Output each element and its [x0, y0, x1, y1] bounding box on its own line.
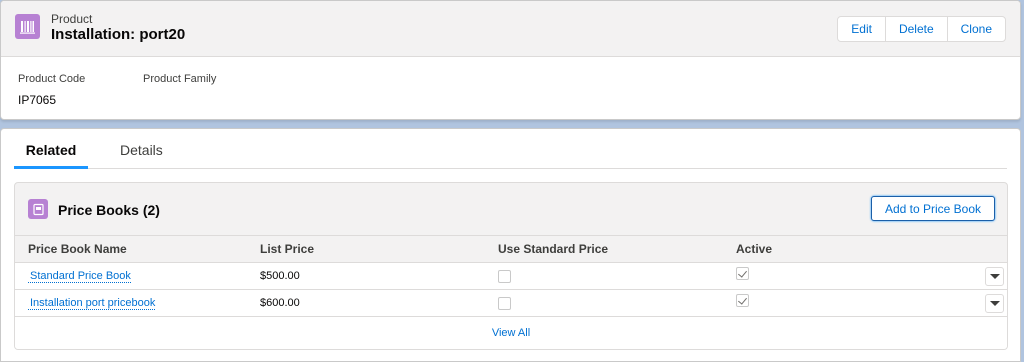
- table-header-row: Price Book Name List Price Use Standard …: [15, 235, 1007, 263]
- column-header-active: Active: [723, 235, 1007, 263]
- view-all-link[interactable]: View All: [492, 327, 530, 339]
- record-title: Installation: port20: [51, 26, 186, 43]
- price-book-name-cell: Standard Price Book: [15, 262, 247, 290]
- record-actions: Edit Delete Clone: [837, 16, 1006, 42]
- active-checkbox: [736, 293, 749, 307]
- row-actions-chevron-icon[interactable]: [985, 266, 1004, 286]
- column-header-price-book-name: Price Book Name: [15, 235, 247, 263]
- price-books-table: Price Book Name List Price Use Standard …: [15, 235, 1007, 317]
- tab-details[interactable]: Details: [107, 129, 176, 169]
- use-standard-price-checkbox: [498, 269, 511, 283]
- column-header-use-standard-price: Use Standard Price: [485, 235, 723, 263]
- price-book-link[interactable]: Installation port pricebook: [28, 297, 156, 310]
- field-product-code: Product Code IP7065: [18, 73, 85, 107]
- active-cell: [723, 289, 1007, 317]
- view-all-footer: View All: [15, 317, 1007, 349]
- main-card: Related Details Price Books (2) Add to P…: [0, 128, 1021, 362]
- row-actions-chevron-icon[interactable]: [985, 293, 1004, 313]
- product-icon: [15, 14, 40, 39]
- price-book-icon: [28, 199, 48, 219]
- field-label: Product Code: [18, 73, 86, 85]
- list-price-cell: $500.00: [247, 262, 485, 290]
- tab-bar: Related Details: [14, 129, 1007, 169]
- field-value: IP7065: [18, 93, 57, 107]
- record-header: Product Installation: port20 Edit Delete…: [1, 1, 1020, 57]
- related-list-header: Price Books (2) Add to Price Book: [15, 183, 1007, 235]
- table-row: Standard Price Book $500.00: [15, 262, 1007, 290]
- record-header-card: Product Installation: port20 Edit Delete…: [0, 0, 1021, 120]
- active-cell: [723, 262, 1007, 290]
- price-book-link[interactable]: Standard Price Book: [28, 270, 131, 283]
- delete-button[interactable]: Delete: [884, 17, 947, 41]
- field-product-family: Product Family: [143, 73, 216, 93]
- field-label: Product Family: [143, 73, 217, 85]
- add-to-price-book-button[interactable]: Add to Price Book: [870, 196, 995, 221]
- use-standard-price-checkbox: [498, 296, 511, 310]
- list-price-cell: $600.00: [247, 289, 485, 317]
- edit-button[interactable]: Edit: [838, 17, 885, 41]
- tab-related[interactable]: Related: [14, 129, 88, 169]
- price-books-related-list: Price Books (2) Add to Price Book Price …: [14, 182, 1008, 350]
- active-checkbox: [736, 266, 749, 280]
- table-row: Installation port pricebook $600.00: [15, 289, 1007, 317]
- object-type-label: Product: [51, 12, 93, 26]
- use-standard-price-cell: [485, 262, 723, 290]
- use-standard-price-cell: [485, 289, 723, 317]
- clone-button[interactable]: Clone: [946, 17, 1005, 41]
- column-header-list-price: List Price: [247, 235, 485, 263]
- related-list-title[interactable]: Price Books (2): [58, 202, 160, 218]
- price-book-name-cell: Installation port pricebook: [15, 289, 247, 317]
